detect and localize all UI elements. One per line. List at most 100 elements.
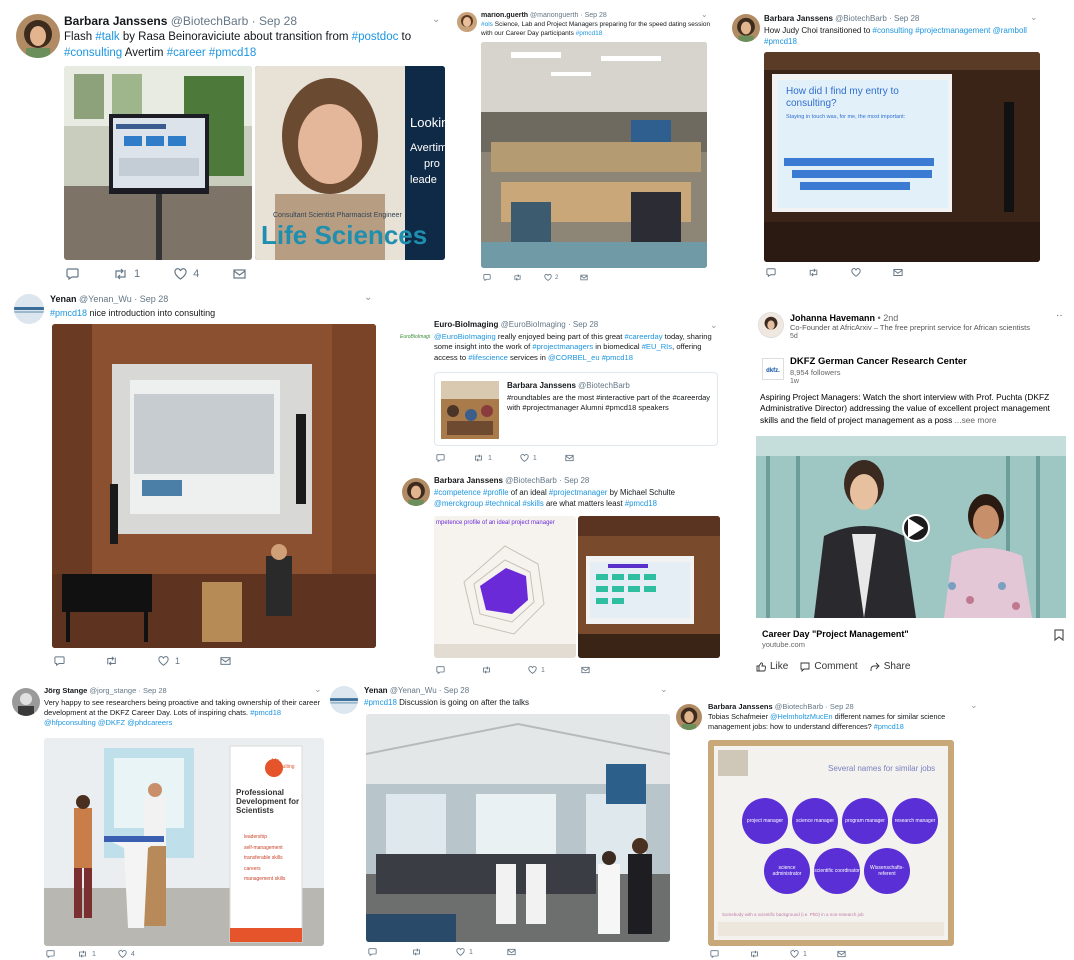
author-name[interactable]: Barbara Janssens: [434, 476, 503, 485]
like-button[interactable]: 2: [544, 274, 558, 281]
hashtag-link[interactable]: @HelmholtzMucEn: [770, 712, 833, 721]
author-name[interactable]: Barbara Janssens: [764, 14, 833, 23]
author-handle[interactable]: @BiotechBarb: [505, 476, 557, 485]
hashtag-link[interactable]: #projectmanager: [549, 488, 608, 497]
retweet-button[interactable]: 1: [473, 454, 492, 462]
hashtag-link[interactable]: #consulting: [64, 47, 122, 59]
hashtag-link[interactable]: #ols: [481, 21, 493, 28]
message-icon[interactable]: [233, 268, 246, 280]
tweet-date[interactable]: Sep 28: [259, 14, 297, 28]
author-name[interactable]: Euro-BioImaging: [434, 320, 498, 329]
chevron-down-icon[interactable]: ⌄: [970, 700, 978, 711]
retweet-icon[interactable]: [105, 656, 118, 666]
message-icon[interactable]: [580, 274, 588, 281]
like-button[interactable]: 1: [528, 666, 545, 674]
heart-icon[interactable]: [851, 268, 861, 277]
hashtag-link[interactable]: #pmcd18: [50, 308, 87, 318]
message-icon[interactable]: [507, 948, 516, 956]
more-options-icon[interactable]: ··: [1056, 310, 1063, 321]
chevron-down-icon[interactable]: ⌄: [314, 684, 322, 695]
author-name[interactable]: Jörg Stange: [44, 686, 87, 695]
hashtag-link[interactable]: #projectmanagement: [915, 26, 990, 35]
hashtag-link[interactable]: #postdoc: [352, 31, 399, 43]
hashtag-link[interactable]: #consulting: [873, 26, 913, 35]
like-button[interactable]: 1: [520, 454, 537, 462]
hashtag-link[interactable]: #pmcd18: [364, 698, 397, 707]
reply-icon[interactable]: [436, 666, 445, 674]
li-video-thumbnail[interactable]: [756, 436, 1066, 618]
quoted-tweet[interactable]: Barbara Janssens @BiotechBarb #roundtabl…: [434, 372, 718, 446]
retweet-icon[interactable]: [481, 666, 492, 674]
hashtag-link[interactable]: #pmcd18: [625, 499, 657, 508]
hashtag-link[interactable]: #EU_RIs: [642, 342, 672, 351]
li-share-button[interactable]: Share: [870, 660, 910, 674]
play-icon[interactable]: [902, 514, 930, 542]
tweet-date[interactable]: Sep 28: [444, 686, 469, 695]
hashtag-link[interactable]: #career: [167, 47, 206, 59]
tweet-photo-poster[interactable]: Looking Avertim pro leade Consultant Sci…: [255, 66, 445, 260]
retweet-icon[interactable]: [513, 274, 522, 281]
chevron-down-icon[interactable]: ⌄: [660, 684, 668, 695]
hashtag-link[interactable]: @DKFZ: [98, 718, 125, 727]
avatar[interactable]: [402, 478, 430, 506]
hashtag-link[interactable]: #careerday: [625, 332, 663, 341]
tweet-photo-booth[interactable]: hfp consulting Professional Development …: [44, 738, 324, 946]
chevron-down-icon[interactable]: ⌄: [364, 292, 372, 303]
like-button[interactable]: 1: [790, 950, 807, 958]
like-button[interactable]: 1: [158, 656, 180, 666]
tweet-date[interactable]: Sep 28: [585, 12, 607, 19]
avatar[interactable]: [330, 686, 358, 714]
reply-icon[interactable]: [483, 274, 491, 281]
tweet-date[interactable]: Sep 28: [143, 686, 167, 695]
reply-icon[interactable]: [710, 950, 719, 958]
tweet-photo-room[interactable]: [481, 42, 707, 268]
like-button[interactable]: 4: [174, 268, 199, 280]
hashtag-link[interactable]: #pmcd18: [209, 47, 256, 59]
reply-icon[interactable]: [368, 948, 377, 956]
author-handle[interactable]: @jorg_stange: [89, 686, 136, 695]
li-comment-button[interactable]: Comment: [800, 660, 858, 674]
hashtag-link[interactable]: @phdcareers: [127, 718, 172, 727]
tweet-photo-slide[interactable]: How did I find my entry to consulting? S…: [764, 52, 1040, 262]
hashtag-link[interactable]: @merckgroup: [434, 499, 483, 508]
li-org-name[interactable]: DKFZ German Cancer Research Center: [790, 356, 967, 369]
message-icon[interactable]: [837, 950, 846, 958]
reply-icon[interactable]: [66, 268, 79, 280]
avatar[interactable]: [732, 14, 760, 42]
hashtag-link[interactable]: @hfpconsulting: [44, 718, 96, 727]
message-icon[interactable]: [893, 268, 903, 277]
tweet-date[interactable]: Sep 28: [140, 294, 169, 304]
eurobioimaging-logo[interactable]: EuroBioImaging: [400, 324, 430, 350]
hashtag-link[interactable]: #technical: [485, 499, 520, 508]
hashtag-link[interactable]: #projectmanagers: [532, 342, 593, 351]
tweet-date[interactable]: Sep 28: [894, 14, 919, 23]
like-button[interactable]: 4: [118, 950, 135, 958]
retweet-button[interactable]: 1: [113, 268, 140, 280]
reply-icon[interactable]: [46, 950, 55, 958]
tweet-date[interactable]: Sep 28: [573, 320, 598, 329]
see-more-link[interactable]: ...see more: [955, 415, 997, 425]
hashtag-link[interactable]: #pmcd18: [250, 708, 281, 717]
chevron-down-icon[interactable]: ⌄: [432, 14, 440, 25]
author-name[interactable]: Yenan: [50, 294, 77, 304]
author-handle[interactable]: @Yenan_Wu: [390, 686, 437, 695]
author-name[interactable]: Yenan: [364, 686, 388, 695]
tweet-photo-screen[interactable]: [64, 66, 252, 260]
avatar[interactable]: [758, 312, 784, 338]
reply-icon[interactable]: [436, 454, 445, 462]
author-handle[interactable]: @BiotechBarb: [835, 14, 887, 23]
author-handle[interactable]: @Yenan_Wu: [79, 294, 132, 304]
hashtag-link[interactable]: #talk: [95, 31, 119, 43]
author-name[interactable]: marion.guerth: [481, 12, 528, 19]
reply-icon[interactable]: [54, 656, 65, 666]
bookmark-icon[interactable]: [1054, 628, 1064, 646]
author-name[interactable]: Barbara Janssens: [708, 702, 773, 711]
tweet-date[interactable]: Sep 28: [830, 702, 854, 711]
tweet-photo-lecture[interactable]: [52, 324, 376, 648]
author-name[interactable]: Barbara Janssens: [64, 14, 167, 28]
tweet-photo-radar-slide[interactable]: mpetence profile of an ideal project man…: [434, 516, 576, 658]
li-author-name[interactable]: Johanna Havemann: [790, 313, 875, 323]
chevron-down-icon[interactable]: ⌄: [1030, 12, 1038, 23]
message-icon[interactable]: [581, 666, 590, 674]
message-icon[interactable]: [220, 656, 231, 666]
